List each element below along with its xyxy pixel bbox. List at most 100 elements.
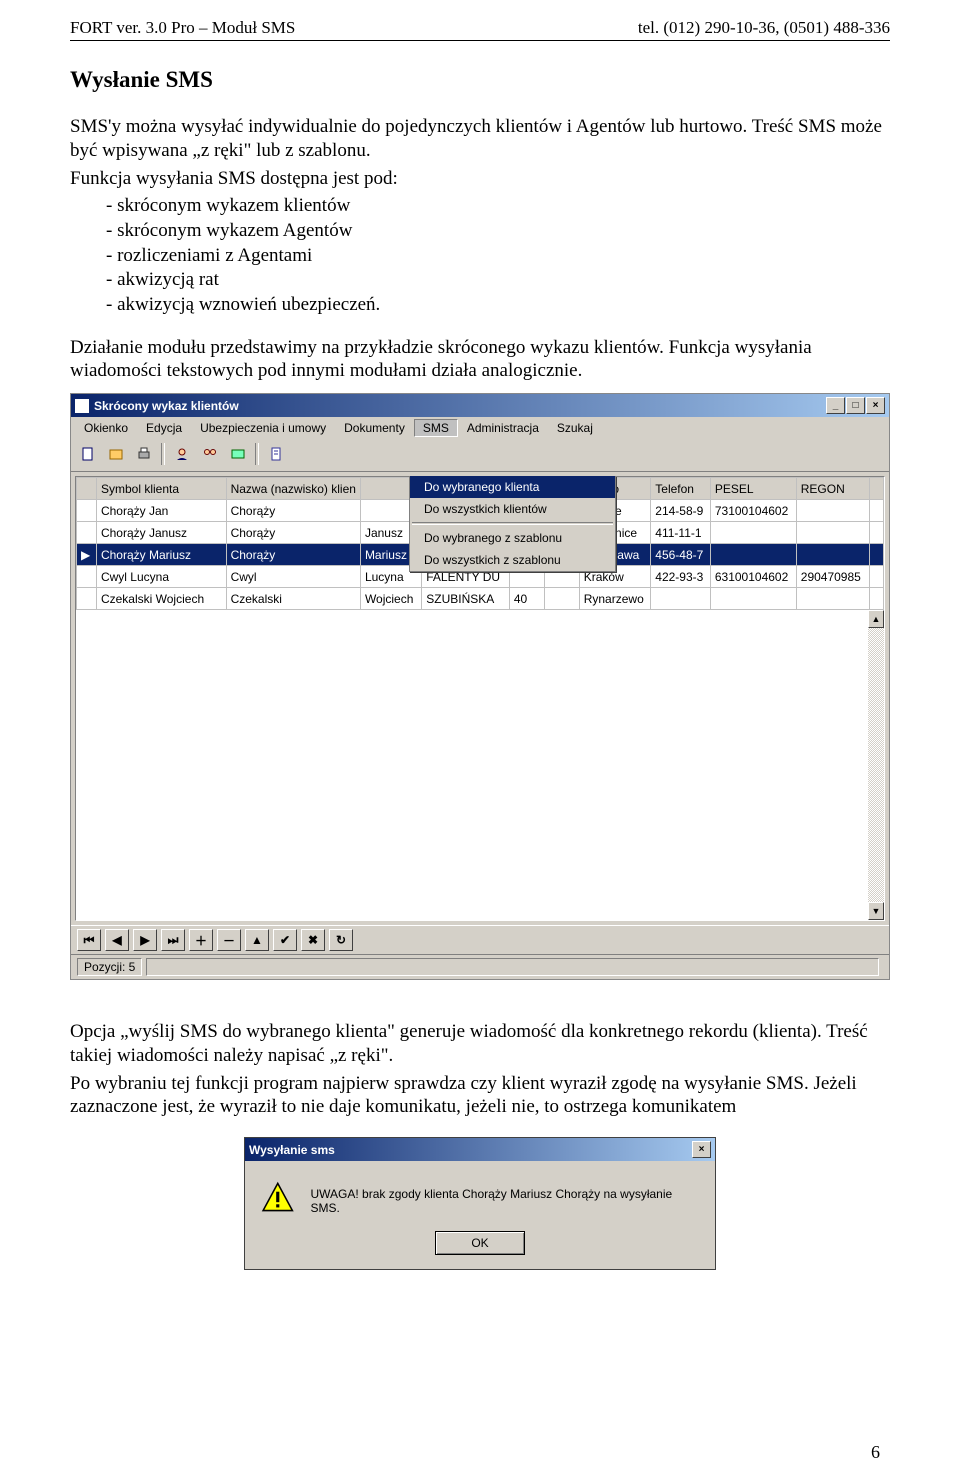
cell[interactable]: 73100104602 <box>710 500 796 522</box>
cell[interactable]: Chorąży <box>226 544 360 566</box>
col-symbol-klienta[interactable]: Symbol klienta <box>96 478 226 500</box>
toolbar-divider <box>255 443 259 465</box>
cell[interactable] <box>651 588 711 610</box>
cell[interactable] <box>796 500 869 522</box>
menu-okienko[interactable]: Okienko <box>75 419 137 437</box>
nav-first-button[interactable]: ⏮ <box>77 929 101 951</box>
toolbar-divider <box>161 443 165 465</box>
titlebar[interactable]: Skrócony wykaz klientów _ □ × <box>71 394 889 417</box>
ok-button[interactable]: OK <box>435 1231 525 1255</box>
app-icon <box>75 399 89 413</box>
cell[interactable]: 214-58-9 <box>651 500 711 522</box>
scroll-track[interactable] <box>868 628 884 902</box>
header-left: FORT ver. 3.0 Pro – Moduł SMS <box>70 18 295 38</box>
cell[interactable]: Czekalski <box>226 588 360 610</box>
cell[interactable]: 290470985 <box>796 566 869 588</box>
scroll-down-icon[interactable]: ▼ <box>868 902 884 920</box>
cell[interactable] <box>710 522 796 544</box>
cell[interactable]: SZUBIŃSKA <box>422 588 510 610</box>
menu-edycja[interactable]: Edycja <box>137 419 191 437</box>
nav-refresh-button[interactable]: ↻ <box>329 929 353 951</box>
intro-paragraph-1: SMS'y można wysyłać indywidualnie do poj… <box>70 115 890 163</box>
cell[interactable]: Chorąży Mariusz <box>96 544 226 566</box>
close-button[interactable]: × <box>866 397 885 414</box>
cell[interactable]: Cwyl <box>226 566 360 588</box>
cell[interactable] <box>710 588 796 610</box>
col-nazwa[interactable]: Nazwa (nazwisko) klien <box>226 478 360 500</box>
page-header: FORT ver. 3.0 Pro – Moduł SMS tel. (012)… <box>70 18 890 41</box>
menu-sms[interactable]: SMS <box>414 419 458 437</box>
cell[interactable]: Rynarzewo <box>579 588 651 610</box>
cell[interactable]: 411-11-1 <box>651 522 711 544</box>
list-item: skróconym wykazem klientów <box>106 194 890 219</box>
dialog-titlebar[interactable]: Wysyłanie sms × <box>245 1138 715 1161</box>
dropdown-item[interactable]: Do wszystkich z szablonu <box>410 549 615 571</box>
nav-next-button[interactable]: ▶ <box>133 929 157 951</box>
cell[interactable]: Cwyl Lucyna <box>96 566 226 588</box>
col-telefon[interactable]: Telefon <box>651 478 711 500</box>
dropdown-item[interactable]: Do wybranego klienta <box>410 476 615 498</box>
page-number: 6 <box>871 1442 880 1463</box>
toolbar-users-icon[interactable] <box>197 442 223 466</box>
cell[interactable] <box>796 588 869 610</box>
scroll-up-icon[interactable]: ▲ <box>868 610 884 628</box>
cell[interactable]: Chorąży <box>226 500 360 522</box>
warning-dialog: Wysyłanie sms × UWAGA! brak zgody klient… <box>244 1137 716 1270</box>
cell[interactable] <box>544 588 579 610</box>
minimize-button[interactable]: _ <box>826 397 845 414</box>
dropdown-item[interactable]: Do wszystkich klientów <box>410 498 615 520</box>
scroll-header <box>869 478 883 500</box>
menu-szukaj[interactable]: Szukaj <box>548 419 602 437</box>
cell[interactable]: Czekalski Wojciech <box>96 588 226 610</box>
cell[interactable]: 422-93-3 <box>651 566 711 588</box>
nav-delete-button[interactable]: － <box>217 929 241 951</box>
row-marker <box>77 522 97 544</box>
app-window: Skrócony wykaz klientów _ □ × Okienko Ed… <box>70 393 890 980</box>
cell[interactable]: 40 <box>509 588 544 610</box>
intro-paragraph-2: Działanie modułu przedstawimy na przykła… <box>70 336 890 384</box>
col-pesel[interactable]: PESEL <box>710 478 796 500</box>
toolbar-print-icon[interactable] <box>131 442 157 466</box>
status-empty <box>146 958 879 976</box>
dropdown-divider <box>412 522 613 525</box>
menubar: Okienko Edycja Ubezpieczenia i umowy Dok… <box>71 417 889 439</box>
toolbar-doc-icon[interactable] <box>263 442 289 466</box>
toolbar-open-icon[interactable] <box>103 442 129 466</box>
maximize-button[interactable]: □ <box>846 397 865 414</box>
cell[interactable]: 63100104602 <box>710 566 796 588</box>
cell[interactable] <box>796 544 869 566</box>
cell[interactable]: Wojciech <box>360 588 421 610</box>
row-marker <box>77 500 97 522</box>
cell[interactable]: Chorąży Janusz <box>96 522 226 544</box>
menu-ubezpieczenia[interactable]: Ubezpieczenia i umowy <box>191 419 335 437</box>
toolbar-card-icon[interactable] <box>225 442 251 466</box>
nav-last-button[interactable]: ⏭ <box>161 929 185 951</box>
cell[interactable] <box>710 544 796 566</box>
cell[interactable]: Chorąży Jan <box>96 500 226 522</box>
table-row[interactable]: Czekalski WojciechCzekalskiWojciechSZUBI… <box>77 588 884 610</box>
dialog-close-button[interactable]: × <box>692 1141 711 1158</box>
toolbar-user-icon[interactable] <box>169 442 195 466</box>
toolbar-new-icon[interactable] <box>75 442 101 466</box>
nav-edit-button[interactable]: ▲ <box>245 929 269 951</box>
sms-dropdown-menu: Do wybranego klientaDo wszystkich klient… <box>409 476 616 572</box>
nav-save-button[interactable]: ✔ <box>273 929 297 951</box>
menu-administracja[interactable]: Administracja <box>458 419 548 437</box>
dropdown-item[interactable]: Do wybranego z szablonu <box>410 527 615 549</box>
vertical-scrollbar[interactable]: ▲ ▼ <box>868 610 884 920</box>
col-regon[interactable]: REGON <box>796 478 869 500</box>
cell[interactable] <box>796 522 869 544</box>
intro-list: skróconym wykazem klientów skróconym wyk… <box>106 194 890 317</box>
cell[interactable]: 456-48-7 <box>651 544 711 566</box>
toolbar <box>71 439 889 472</box>
list-item: skróconym wykazem Agentów <box>106 219 890 244</box>
intro-lead: Funkcja wysyłania SMS dostępna jest pod: <box>70 167 890 191</box>
menu-dokumenty[interactable]: Dokumenty <box>335 419 414 437</box>
cell[interactable]: Chorąży <box>226 522 360 544</box>
nav-cancel-button[interactable]: ✖ <box>301 929 325 951</box>
statusbar: Pozycji: 5 <box>71 954 889 979</box>
dialog-message: UWAGA! brak zgody klienta Chorąży Marius… <box>311 1181 700 1215</box>
nav-add-button[interactable]: ＋ <box>189 929 213 951</box>
nav-prev-button[interactable]: ◀ <box>105 929 129 951</box>
status-position: Pozycji: 5 <box>77 958 142 976</box>
